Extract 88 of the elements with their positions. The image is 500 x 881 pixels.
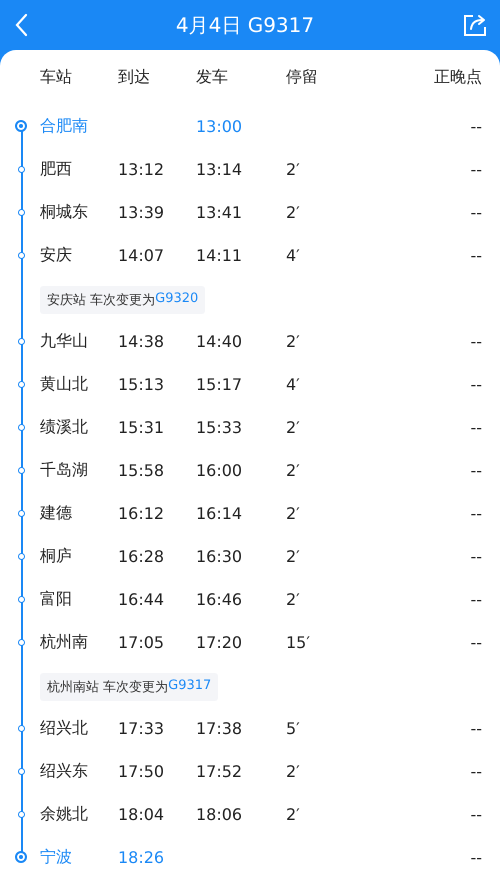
arrival-time: 14:38: [118, 332, 166, 351]
arrival-time: 15:31: [118, 418, 166, 437]
arrival-time: 16:12: [118, 504, 166, 523]
stop-duration: 2′: [286, 332, 301, 351]
delay-status: --: [470, 848, 482, 867]
stop-duration: 2′: [286, 160, 301, 179]
delay-status: --: [470, 762, 482, 781]
departure-time: 17:52: [196, 762, 244, 781]
stop-duration: 4′: [286, 375, 301, 394]
arrival-time: 14:07: [118, 246, 166, 265]
departure-time: 13:00: [196, 117, 244, 136]
delay-status: --: [470, 332, 482, 351]
stop-duration: 2′: [286, 504, 301, 523]
delay-status: --: [470, 375, 482, 394]
station-name: 绍兴东: [40, 761, 89, 782]
delay-status: --: [470, 203, 482, 222]
stop-duration: 2′: [286, 203, 301, 222]
column-header: 停留: [286, 67, 319, 88]
delay-status: --: [470, 633, 482, 652]
note-text: 安庆站 车次变更为: [47, 292, 156, 309]
stop-duration: 2′: [286, 461, 301, 480]
arrival-time: 15:58: [118, 461, 166, 480]
station-name: 合肥南: [40, 116, 89, 137]
station-name: 杭州南: [40, 632, 89, 653]
delay-status: --: [470, 805, 482, 824]
arrival-time: 16:44: [118, 590, 166, 609]
station-name: 安庆: [40, 245, 73, 266]
arrival-time: 17:05: [118, 633, 166, 652]
stop-duration: 2′: [286, 418, 301, 437]
departure-time: 15:33: [196, 418, 244, 437]
column-header: 到达: [118, 67, 151, 88]
departure-time: 14:11: [196, 246, 244, 265]
arrival-time: 13:12: [118, 160, 166, 179]
departure-time: 16:14: [196, 504, 244, 523]
station-name: 富阳: [40, 589, 73, 610]
departure-time: 15:17: [196, 375, 244, 394]
arrival-time: 18:04: [118, 805, 166, 824]
departure-time: 17:38: [196, 719, 244, 738]
station-name: 千岛湖: [40, 460, 89, 481]
arrival-time: 17:50: [118, 762, 166, 781]
delay-status: --: [470, 246, 482, 265]
page-title: 4月4日 G9317: [176, 12, 314, 38]
departure-time: 17:20: [196, 633, 244, 652]
stop-duration: 2′: [286, 805, 301, 824]
arrival-time: 16:28: [118, 547, 166, 566]
stop-duration: 2′: [286, 547, 301, 566]
station-name: 九华山: [40, 331, 89, 352]
back-icon[interactable]: [14, 13, 28, 37]
delay-status: --: [470, 160, 482, 179]
stop-duration: 15′: [286, 633, 311, 652]
arrival-time: 18:26: [118, 848, 166, 867]
station-name: 建德: [40, 503, 73, 524]
stop-duration: 2′: [286, 762, 301, 781]
column-header: 正晚点: [434, 67, 482, 88]
departure-time: 16:46: [196, 590, 244, 609]
stop-duration: 4′: [286, 246, 301, 265]
delay-status: --: [470, 461, 482, 480]
station-name: 桐城东: [40, 202, 89, 223]
station-name: 绩溪北: [40, 417, 89, 438]
note-text: 杭州南站 车次变更为: [47, 679, 168, 696]
delay-status: --: [470, 719, 482, 738]
delay-status: --: [470, 590, 482, 609]
share-icon[interactable]: [462, 13, 488, 37]
station-name: 黄山北: [40, 374, 89, 395]
departure-time: 13:14: [196, 160, 244, 179]
departure-time: 18:06: [196, 805, 244, 824]
station-name: 桐庐: [40, 546, 73, 567]
stop-duration: 5′: [286, 719, 301, 738]
arrival-time: 15:13: [118, 375, 166, 394]
delay-status: --: [470, 504, 482, 523]
column-header: 发车: [196, 67, 229, 88]
departure-time: 16:00: [196, 461, 244, 480]
departure-time: 13:41: [196, 203, 244, 222]
arrival-time: 17:33: [118, 719, 166, 738]
delay-status: --: [470, 418, 482, 437]
station-name: 肥西: [40, 159, 73, 180]
departure-time: 14:40: [196, 332, 244, 351]
train-number-link[interactable]: G9317: [168, 678, 212, 696]
station-name: 宁波: [40, 847, 73, 868]
stop-duration: 2′: [286, 590, 301, 609]
station-name: 余姚北: [40, 804, 89, 825]
train-number-link[interactable]: G9320: [155, 291, 198, 309]
delay-status: --: [470, 117, 482, 136]
departure-time: 16:30: [196, 547, 244, 566]
station-name: 绍兴北: [40, 718, 89, 739]
arrival-time: 13:39: [118, 203, 166, 222]
column-header: 车站: [40, 67, 73, 88]
delay-status: --: [470, 547, 482, 566]
